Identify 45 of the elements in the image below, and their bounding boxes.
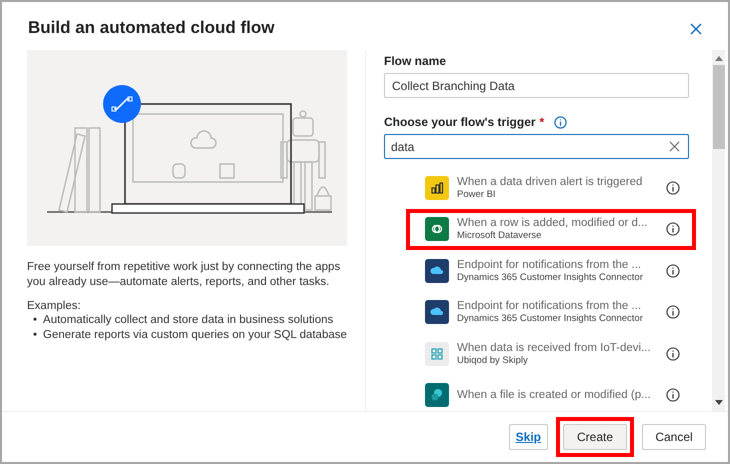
description-text: Free yourself from repetitive work just by connecting the apps you already use—automate alerts, reports, and other tasks. [27,260,342,290]
trigger-item[interactable]: Endpoint for notifications from the ... Dynamics 365 Customer Insights Connector [406,250,696,292]
info-icon[interactable] [666,180,680,195]
connector-name: Ubiqod by Skiply [457,354,529,366]
create-button[interactable]: Create [563,424,627,450]
info-icon[interactable] [666,388,680,402]
scroll-down-icon[interactable] [714,400,722,405]
flow-name-label: Flow name [384,54,448,68]
trigger-title: When a row is added, modified or d... [457,217,648,230]
info-icon[interactable] [666,264,680,278]
trigger-item[interactable]: Endpoint for notifications from the ... Dynamics 365 Customer Insights Connector [406,292,696,333]
clear-icon[interactable] [669,141,680,152]
scroll-thumb[interactable] [712,65,724,149]
trigger-item[interactable]: When data is received from IoT-devi... Ubiqod by Skiply [406,333,696,374]
bullet-mark: • [33,328,38,343]
examples-label: Examples: [27,300,82,312]
connector-name: Dynamics 365 Customer Insights Connector [457,313,644,324]
scrollbar[interactable] [712,50,725,411]
info-icon[interactable] [666,305,680,320]
trigger-title: Endpoint for notifications from the ... [457,258,642,271]
trigger-title: When a file is created or modified (p... [457,389,652,402]
trigger-item[interactable]: When a file is created or modified (p... [406,374,696,411]
close-icon[interactable] [690,23,702,35]
info-icon[interactable] [666,346,680,361]
skip-link[interactable]: Skip [508,424,548,450]
trigger-item[interactable]: When a data driven alert is triggered Power BI [406,167,696,208]
cancel-button[interactable]: Cancel [642,424,706,450]
trigger-item[interactable]: When a row is added, modified or d... Microsoft Dataverse [406,208,696,250]
flow-name-field[interactable]: Collect Branching Data [384,73,689,98]
example-item: Generate reports via custom queries on your SQL database [43,328,347,343]
connector-name: Microsoft Dataverse [457,230,542,242]
bullet-mark: • [33,313,38,328]
trigger-label: Choose your flow's trigger [384,115,536,129]
trigger-search-field[interactable]: data [384,134,689,159]
connector-name: Dynamics 365 Customer Insights Connector [457,272,644,283]
scroll-up-icon[interactable] [714,56,722,61]
dialog-title: Build an automated cloud flow [28,17,274,38]
trigger-title: Endpoint for notifications from the ... [457,300,642,312]
info-icon[interactable] [666,222,680,236]
trigger-title: When data is received from IoT-devi... [457,342,652,354]
trigger-title: When a data driven alert is triggered [457,176,644,188]
connector-name: Power BI [457,188,497,200]
example-item: Automatically collect and store data in business solutions [43,313,334,328]
required-mark: * [540,115,544,129]
info-icon[interactable] [554,116,568,128]
